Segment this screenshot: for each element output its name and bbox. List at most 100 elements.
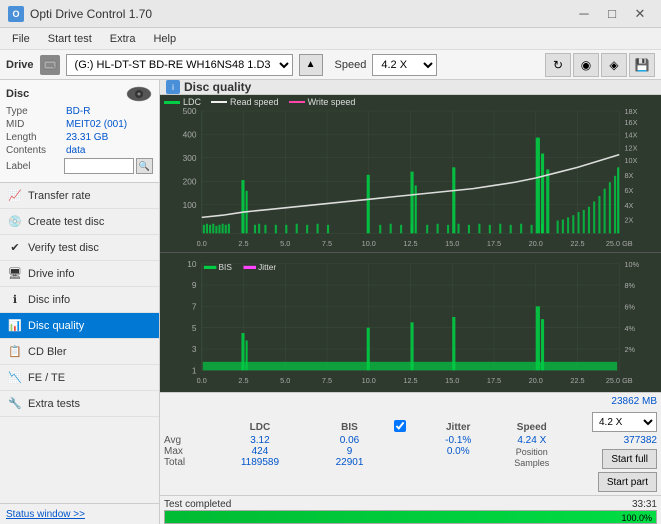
disc-label-row: Label 🔍 bbox=[6, 158, 153, 174]
speed-select-2[interactable]: 4.2 X bbox=[592, 412, 657, 432]
svg-text:6%: 6% bbox=[624, 303, 635, 312]
svg-text:7: 7 bbox=[192, 302, 197, 312]
svg-text:4X: 4X bbox=[624, 201, 633, 210]
eject-button[interactable]: ▲ bbox=[299, 54, 323, 76]
toolbar-icons: ↻ ◉ ◈ 💾 bbox=[545, 53, 655, 77]
svg-text:Jitter: Jitter bbox=[258, 262, 276, 272]
start-part-button[interactable]: Start part bbox=[598, 472, 657, 492]
svg-text:12.5: 12.5 bbox=[403, 239, 417, 248]
titlebar: O Opti Drive Control 1.70 ─ □ ✕ bbox=[0, 0, 661, 28]
menubar: File Start test Extra Help bbox=[0, 28, 661, 50]
write-speed-legend-label: Write speed bbox=[308, 97, 356, 107]
menu-file[interactable]: File bbox=[4, 31, 38, 47]
app-title: Opti Drive Control 1.70 bbox=[30, 7, 152, 21]
svg-text:5.0: 5.0 bbox=[280, 239, 290, 248]
right-controls: 23862 MB 4.2 X 377382 Start full Start p… bbox=[567, 396, 657, 492]
svg-text:18X: 18X bbox=[624, 107, 637, 116]
toolbar-btn-2[interactable]: ◉ bbox=[573, 53, 599, 77]
max-label: Max bbox=[164, 446, 215, 457]
extra-tests-icon: 🔧 bbox=[8, 397, 22, 411]
stats-row: LDC BIS Jitter Speed Avg 3.12 0.06 -0.1% bbox=[164, 396, 657, 492]
type-label: Type bbox=[6, 106, 66, 117]
transfer-rate-icon: 📈 bbox=[8, 189, 22, 203]
speed-col-header: Speed bbox=[497, 420, 567, 435]
label-search-button[interactable]: 🔍 bbox=[136, 158, 153, 174]
close-button[interactable]: ✕ bbox=[627, 4, 653, 24]
svg-text:16X: 16X bbox=[624, 118, 637, 127]
nav-create-test-disc[interactable]: 💿 Create test disc bbox=[0, 209, 159, 235]
read-speed-legend-color bbox=[211, 101, 227, 103]
nav-items: 📈 Transfer rate 💿 Create test disc ✔ Ver… bbox=[0, 183, 159, 503]
chart-title-icon: i bbox=[166, 80, 180, 94]
svg-text:400: 400 bbox=[183, 129, 197, 139]
label-input[interactable] bbox=[64, 158, 134, 174]
mid-value: MEIT02 (001) bbox=[66, 119, 153, 130]
drive-label: Drive bbox=[6, 59, 34, 71]
chart-header: i Disc quality bbox=[160, 80, 661, 95]
svg-text:10: 10 bbox=[187, 259, 197, 269]
ldc-total: 1189589 bbox=[215, 457, 305, 468]
minimize-button[interactable]: ─ bbox=[571, 4, 597, 24]
menu-extra[interactable]: Extra bbox=[102, 31, 144, 47]
read-speed-legend-label: Read speed bbox=[230, 97, 279, 107]
menu-start-test[interactable]: Start test bbox=[40, 31, 100, 47]
status-text: Test completed bbox=[164, 499, 231, 510]
write-speed-legend-item: Write speed bbox=[289, 97, 356, 107]
progress-bar: 100.0% bbox=[164, 510, 657, 524]
svg-text:2.5: 2.5 bbox=[238, 239, 248, 248]
menu-help[interactable]: Help bbox=[145, 31, 184, 47]
nav-cd-bler-label: CD Bler bbox=[28, 346, 67, 358]
ldc-col-header: LDC bbox=[215, 420, 305, 435]
nav-transfer-rate[interactable]: 📈 Transfer rate bbox=[0, 183, 159, 209]
svg-text:22.5: 22.5 bbox=[570, 239, 584, 248]
status-window-button[interactable]: Status window >> bbox=[6, 509, 85, 520]
stats-header-row: LDC BIS Jitter Speed bbox=[164, 420, 567, 435]
create-test-disc-icon: 💿 bbox=[8, 215, 22, 229]
toolbar-btn-4[interactable]: 💾 bbox=[629, 53, 655, 77]
svg-text:17.5: 17.5 bbox=[487, 377, 501, 386]
svg-text:1: 1 bbox=[192, 366, 197, 376]
bis-total: 22901 bbox=[305, 457, 395, 468]
nav-cd-bler[interactable]: 📋 CD Bler bbox=[0, 339, 159, 365]
start-full-button[interactable]: Start full bbox=[602, 449, 657, 469]
speed-select[interactable]: 4.2 X bbox=[372, 54, 437, 76]
sidebar: Disc Type BD-R MID MEIT02 (001) Length bbox=[0, 80, 160, 524]
progress-row: Test completed 33:31 bbox=[164, 499, 657, 510]
svg-text:25.0 GB: 25.0 GB bbox=[606, 239, 633, 248]
toolbar-btn-3[interactable]: ◈ bbox=[601, 53, 627, 77]
stats-max-row: Max 424 9 0.0% Position bbox=[164, 446, 567, 457]
svg-text:20.0: 20.0 bbox=[529, 239, 543, 248]
progress-percent: 100.0% bbox=[621, 511, 652, 524]
ldc-legend-label: LDC bbox=[183, 97, 201, 107]
svg-text:10.0: 10.0 bbox=[362, 377, 376, 386]
nav-disc-quality[interactable]: 📊 Disc quality bbox=[0, 313, 159, 339]
maximize-button[interactable]: □ bbox=[599, 4, 625, 24]
nav-extra-tests[interactable]: 🔧 Extra tests bbox=[0, 391, 159, 417]
jitter-checkbox[interactable] bbox=[394, 420, 406, 432]
jitter-col-header: Jitter bbox=[420, 420, 497, 435]
verify-test-disc-icon: ✔ bbox=[8, 241, 22, 255]
nav-drive-info[interactable]: 🖥 Drive info bbox=[0, 261, 159, 287]
read-speed-legend-item: Read speed bbox=[211, 97, 279, 107]
disc-section-title: Disc bbox=[6, 88, 29, 100]
avg-label: Avg bbox=[164, 435, 215, 446]
label-label: Label bbox=[6, 161, 64, 172]
progress-fill bbox=[165, 511, 656, 523]
position-value-row: 23862 MB bbox=[611, 396, 657, 407]
nav-disc-info-label: Disc info bbox=[28, 294, 70, 306]
nav-transfer-rate-label: Transfer rate bbox=[28, 190, 91, 202]
nav-fe-te[interactable]: 📉 FE / TE bbox=[0, 365, 159, 391]
top-legend: LDC Read speed Write speed bbox=[164, 97, 355, 107]
ldc-legend-color bbox=[164, 101, 180, 104]
position-value: 23862 MB bbox=[611, 396, 657, 407]
nav-disc-info[interactable]: ℹ Disc info bbox=[0, 287, 159, 313]
toolbar-btn-1[interactable]: ↻ bbox=[545, 53, 571, 77]
nav-disc-quality-label: Disc quality bbox=[28, 320, 84, 332]
svg-text:2X: 2X bbox=[624, 216, 633, 225]
nav-verify-test-disc-label: Verify test disc bbox=[28, 242, 99, 254]
svg-text:300: 300 bbox=[183, 153, 197, 163]
nav-verify-test-disc[interactable]: ✔ Verify test disc bbox=[0, 235, 159, 261]
svg-text:100: 100 bbox=[183, 200, 197, 210]
drive-select[interactable]: (G:) HL-DT-ST BD-RE WH16NS48 1.D3 bbox=[66, 54, 293, 76]
top-chart: LDC Read speed Write speed bbox=[160, 95, 661, 253]
